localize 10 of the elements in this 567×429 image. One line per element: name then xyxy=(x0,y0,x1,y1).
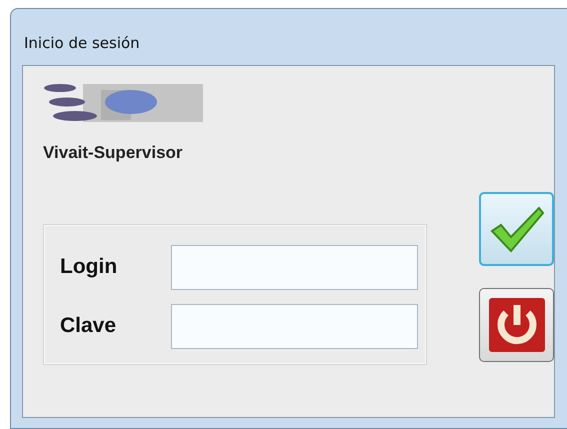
input-field[interactable] xyxy=(170,304,418,348)
confirm-button[interactable] xyxy=(479,192,554,266)
power-button[interactable] xyxy=(479,288,554,362)
window-title: Inicio de sesión xyxy=(23,33,141,54)
field-label: Clave xyxy=(60,313,118,340)
app-name: Vivait-Supervisor xyxy=(43,142,184,164)
field-label: Login xyxy=(60,254,118,280)
check-icon xyxy=(488,205,544,253)
power-icon xyxy=(488,297,546,353)
input-field[interactable] xyxy=(170,244,418,290)
